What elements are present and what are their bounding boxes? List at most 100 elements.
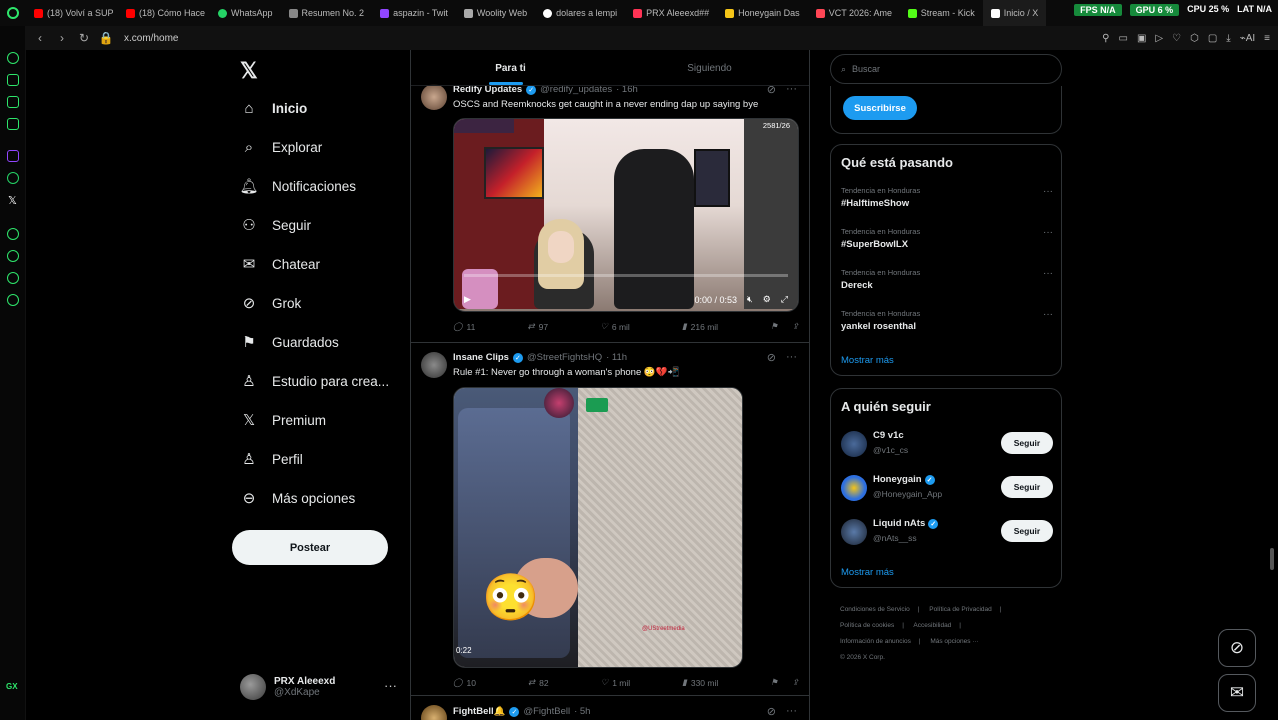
- more-icon[interactable]: ···: [1043, 309, 1053, 320]
- footer-link[interactable]: Más opciones ···: [930, 638, 978, 645]
- like-button[interactable]: ♡ 6 mil: [600, 321, 630, 332]
- trend-item[interactable]: Tendencia en Honduras yankel rosenthal ···: [841, 309, 1053, 332]
- nav-item-mas-opciones[interactable]: ⊖ Más opciones: [240, 489, 356, 507]
- settings-icon[interactable]: ⚙: [763, 294, 771, 305]
- browser-tab[interactable]: dolares a lempi: [535, 0, 625, 26]
- whatsapp-sidebar-icon[interactable]: [7, 172, 19, 184]
- follow-suggestion[interactable]: Honeygain ✓ @Honeygain_App Seguir: [841, 471, 1053, 505]
- avatar[interactable]: [421, 705, 447, 720]
- repost-button[interactable]: ⇄ 82: [528, 677, 549, 688]
- x-logo-icon[interactable]: 𝕏: [240, 58, 258, 84]
- ai-icon[interactable]: ⌁AI: [1240, 33, 1255, 44]
- tweet-video[interactable]: 2581/26 ▶ 0:00 / 0:53 🔇︎ ⚙ ⤢: [453, 118, 799, 312]
- author-name[interactable]: Insane Clips: [453, 352, 509, 363]
- footer-link[interactable]: Información de anuncios: [840, 638, 911, 645]
- more-icon[interactable]: ···: [384, 678, 397, 693]
- tweet[interactable]: Redify Updates ✓ @redify_updates · 16h ⊘…: [411, 80, 809, 343]
- heart-icon[interactable]: ♡: [1172, 33, 1181, 44]
- trend-item[interactable]: Tendencia en Honduras Dereck ···: [841, 268, 1053, 291]
- settings-icon[interactable]: [7, 294, 19, 306]
- follow-suggestion[interactable]: Liquid nAts ✓ @nAts__ss Seguir: [841, 515, 1053, 549]
- browser-tab[interactable]: PRX Aleeexd##: [625, 0, 717, 26]
- follow-button[interactable]: Seguir: [1001, 476, 1053, 498]
- fullscreen-icon[interactable]: ⤢: [781, 294, 788, 305]
- tab-para-ti[interactable]: Para ti: [411, 50, 610, 85]
- follow-button[interactable]: Seguir: [1001, 520, 1053, 542]
- opera-gx-logo-icon[interactable]: [0, 0, 26, 26]
- nav-item-explorar[interactable]: ⌕ Explorar: [240, 138, 322, 156]
- extension-icon[interactable]: ▣: [1137, 33, 1146, 44]
- browser-tab[interactable]: Honeygain Das: [717, 0, 808, 26]
- browser-tab-active[interactable]: Inicio / X: [982, 0, 1047, 26]
- screenshot-icon[interactable]: ▢: [1208, 33, 1217, 44]
- browser-tab[interactable]: aspazin - Twit: [372, 0, 456, 26]
- author-handle[interactable]: @FightBell: [523, 706, 570, 717]
- gx-control-icon[interactable]: [7, 52, 19, 64]
- tweet-video[interactable]: 😳 0:22 @UStreetmedia: [453, 387, 743, 668]
- footer-link[interactable]: Política de Privacidad: [929, 606, 992, 613]
- share-icon[interactable]: ⇪: [792, 677, 799, 688]
- browser-tab[interactable]: WhatsApp: [210, 0, 281, 26]
- author-name[interactable]: FightBell🔔: [453, 706, 505, 717]
- show-more-link[interactable]: Mostrar más: [841, 355, 894, 366]
- author-handle[interactable]: @StreetFightsHQ: [527, 352, 602, 363]
- mute-icon[interactable]: 🔇︎: [747, 294, 753, 305]
- messages-floating-button[interactable]: ✉: [1218, 674, 1256, 712]
- share-icon[interactable]: ⇪: [792, 321, 799, 332]
- trend-item[interactable]: Tendencia en Honduras #HalftimeShow ···: [841, 186, 1053, 209]
- gx-hot-tabs-icon[interactable]: [7, 74, 19, 86]
- x-sidebar-icon[interactable]: 𝕏: [8, 194, 17, 207]
- player-icon[interactable]: [7, 118, 19, 130]
- more-icon[interactable]: ···: [1043, 268, 1053, 279]
- avatar[interactable]: [421, 352, 447, 378]
- repost-button[interactable]: ⇄ 97: [528, 321, 549, 332]
- avatar[interactable]: [841, 519, 867, 545]
- views-button[interactable]: ▮ 330 mil: [682, 677, 718, 688]
- menu-icon[interactable]: ≡: [1264, 33, 1270, 44]
- more-icon[interactable]: ···: [1043, 227, 1053, 238]
- nav-item-notificaciones[interactable]: 🔔︎ Notificaciones: [239, 177, 356, 195]
- grok-floating-button[interactable]: ⊘: [1218, 629, 1256, 667]
- views-button[interactable]: ▮ 216 mil: [682, 321, 718, 332]
- grok-icon[interactable]: ⊘: [767, 351, 776, 364]
- back-icon[interactable]: ‹: [32, 31, 48, 45]
- nav-item-inicio[interactable]: ⌂ Inicio: [240, 99, 307, 117]
- tab-siguiendo[interactable]: Siguiendo: [610, 50, 809, 85]
- tweet-time[interactable]: · 11h: [606, 352, 627, 363]
- avatar[interactable]: [841, 475, 867, 501]
- extensions-sidebar-icon[interactable]: [7, 272, 19, 284]
- footer-link[interactable]: Política de cookies: [840, 622, 894, 629]
- follow-suggestion[interactable]: C9 v1c @v1c_cs Seguir: [841, 427, 1053, 461]
- more-icon[interactable]: ···: [786, 705, 797, 718]
- follow-button[interactable]: Seguir: [1001, 432, 1053, 454]
- browser-tab[interactable]: (18) Volví a SUP: [26, 0, 118, 26]
- avatar[interactable]: [421, 84, 447, 110]
- page-scrollbar[interactable]: [1270, 548, 1274, 570]
- play-icon[interactable]: ▶: [464, 294, 471, 305]
- nav-item-premium[interactable]: 𝕏 Premium: [240, 411, 326, 429]
- tweet[interactable]: FightBell🔔 ✓ @FightBell · 5h ⊘ ···: [411, 697, 809, 720]
- url-text[interactable]: x.com/home: [124, 33, 178, 44]
- bookmark-icon[interactable]: ▭: [1119, 33, 1128, 44]
- browser-tab[interactable]: Resumen No. 2: [281, 0, 373, 26]
- more-icon[interactable]: ···: [786, 351, 797, 364]
- like-button[interactable]: ♡ 1 mil: [601, 677, 631, 688]
- grok-icon[interactable]: ⊘: [767, 705, 776, 718]
- tweet[interactable]: Insane Clips ✓ @StreetFightsHQ · 11h ⊘ ··…: [411, 344, 809, 696]
- twitch-sidebar-icon[interactable]: [7, 150, 19, 162]
- play-icon[interactable]: ▷: [1155, 33, 1163, 44]
- post-button[interactable]: Postear: [232, 530, 388, 565]
- tweet-time[interactable]: · 5h: [574, 706, 590, 717]
- nav-item-guardados[interactable]: ⚑ Guardados: [240, 333, 339, 351]
- history-icon[interactable]: [7, 228, 19, 240]
- browser-tab[interactable]: (18) Cómo Hace: [118, 0, 210, 26]
- browser-tab[interactable]: Woolity Web: [456, 0, 535, 26]
- bookmark-button[interactable]: ⚑ ⇪: [770, 677, 799, 688]
- footer-link[interactable]: Condiciones de Servicio: [840, 606, 910, 613]
- avatar[interactable]: [841, 431, 867, 457]
- messenger-icon[interactable]: [7, 96, 19, 108]
- download-icon[interactable]: ⤓: [1226, 33, 1230, 44]
- nav-item-grok[interactable]: ⊘ Grok: [240, 294, 302, 312]
- pin-icon[interactable]: ⚲: [1102, 33, 1109, 44]
- nav-item-perfil[interactable]: ♙ Perfil: [240, 450, 303, 468]
